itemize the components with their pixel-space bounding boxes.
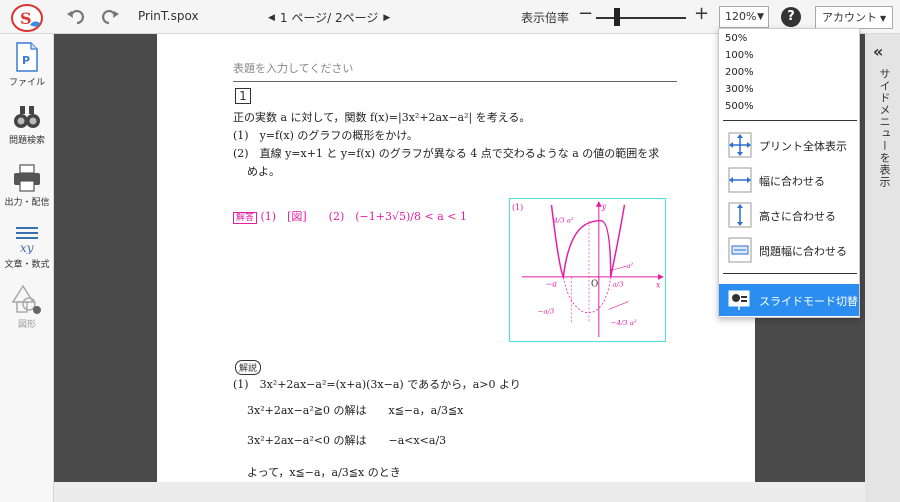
double-chevron-left-icon[interactable]: « — [873, 42, 883, 61]
problem-line: (2) 直線 y=x+1 と y=f(x) のグラフが異なる 4 点で交わるよう… — [233, 147, 660, 160]
side-menu-label[interactable]: サイドメニューを表示 — [876, 68, 892, 188]
account-button[interactable]: アカウント ▼ — [815, 6, 893, 29]
zoom-slider-track[interactable] — [596, 17, 686, 19]
svg-text:xy: xy — [20, 241, 34, 254]
shapes-icon — [11, 284, 41, 314]
sidebar-item-label: 文章・数式 — [4, 260, 50, 270]
document-page[interactable]: 表題を入力してください 1 正の実数 a に対して，関数 f(x)=|3x²+2… — [157, 34, 755, 482]
answer-text: (1) [図] (2) (−1+3√5)/8 < a < 1 — [260, 210, 467, 223]
status-bar — [54, 482, 865, 502]
menu-item-label: 幅に合わせる — [759, 175, 825, 188]
redo-icon[interactable] — [98, 8, 120, 26]
sidebar-item-label: 図形 — [17, 320, 36, 330]
zoom-option-500[interactable]: 500% — [725, 101, 754, 112]
binoculars-icon — [14, 106, 40, 128]
file-name: PrinT.spox — [138, 9, 199, 23]
zoom-option-300[interactable]: 300% — [725, 84, 754, 95]
menu-item-label: 問題幅に合わせる — [759, 245, 847, 258]
account-label: アカウント — [822, 11, 877, 24]
graph-a3-label: a/3 — [613, 281, 624, 289]
problem-line: 正の実数 a に対して，関数 f(x)=|3x²+2ax−a²| を考える。 — [233, 111, 531, 124]
fit-problem-width-item[interactable]: 問題幅に合わせる — [719, 235, 859, 265]
explanation-line: よって，x≦−a，a/3≦x のとき — [247, 466, 401, 479]
fit-page-icon — [728, 132, 752, 158]
sidebar-item-label: 問題検索 — [8, 136, 45, 146]
chevron-down-icon: ▼ — [880, 14, 887, 23]
answer-line: 解答 (1) [図] (2) (−1+3√5)/8 < a < 1 — [233, 208, 467, 224]
explanation-line: (1) 3x²+2ax−a²=(x+a)(3x−a) であるから，a>0 より — [233, 378, 521, 391]
fit-height-icon — [728, 202, 752, 228]
left-sidebar: P ファイル 問題検索 出力・配信 xy 文章・数式 図形 — [0, 34, 54, 502]
graph-panel-label: (1) — [512, 203, 523, 212]
undo-icon[interactable] — [66, 8, 88, 26]
zoom-out-button[interactable]: − — [578, 4, 593, 24]
menu-item-label: スライドモード切替 — [759, 295, 858, 308]
graph-peak-label: 4/3 a² — [552, 217, 573, 225]
fit-height-item[interactable]: 高さに合わせる — [719, 200, 859, 230]
zoom-option-100[interactable]: 100% — [725, 50, 754, 61]
title-placeholder[interactable]: 表題を入力してください — [233, 60, 353, 76]
sidebar-item-output[interactable]: 出力・配信 — [0, 164, 54, 208]
sidebar-item-file[interactable]: P ファイル — [0, 42, 54, 88]
problem-number: 1 — [235, 88, 251, 104]
slide-mode-toggle[interactable]: スライドモード切替 — [719, 284, 859, 316]
answer-tag: 解答 — [233, 212, 258, 224]
sidebar-item-shape[interactable]: 図形 — [0, 284, 54, 330]
fit-problem-width-icon — [728, 237, 752, 263]
zoom-option-50[interactable]: 50% — [725, 33, 747, 44]
zoom-select-value: 120% — [725, 10, 757, 23]
graph-neg-a3-label: −a/3 — [538, 307, 555, 315]
title-rule — [233, 81, 677, 82]
svg-text:S: S — [20, 9, 32, 28]
menu-separator — [723, 120, 857, 121]
menu-separator — [723, 273, 857, 274]
fit-width-item[interactable]: 幅に合わせる — [719, 165, 859, 195]
sidebar-item-label: 出力・配信 — [4, 198, 50, 208]
explanation-line: 3x²+2ax−a²≧0 の解は x≦−a，a/3≦x — [247, 404, 464, 417]
page-indicator: 1 ページ/ 2ページ — [279, 11, 379, 25]
sidebar-item-search[interactable]: 問題検索 — [0, 104, 54, 146]
slide-mode-icon — [728, 290, 750, 310]
fit-whole-print-item[interactable]: プリント全体表示 — [719, 130, 859, 160]
zoom-slider-thumb[interactable] — [614, 8, 620, 26]
graph-neg-peak-label: −4/3 a² — [611, 319, 637, 327]
explanation-line: 3x²+2ax−a²<0 の解は −a<x<a/3 — [247, 434, 447, 447]
problem-line: めよ。 — [247, 165, 280, 178]
zoom-option-200[interactable]: 200% — [725, 67, 754, 78]
app-logo-icon[interactable]: S — [10, 3, 44, 33]
prev-page-icon[interactable]: ◀ — [268, 13, 275, 23]
graph-x-label: x — [656, 281, 661, 290]
explanation-tag: 解説 — [235, 360, 262, 375]
next-page-icon[interactable]: ▶ — [383, 13, 390, 23]
zoom-dropdown-menu: 50% 100% 200% 300% 500% プリント全体表示 幅に合わせる … — [718, 28, 860, 318]
file-icon: P — [16, 42, 38, 72]
menu-item-label: プリント全体表示 — [759, 140, 847, 153]
printer-icon — [14, 164, 40, 192]
graph-neg-a-label: −a — [546, 280, 558, 289]
graph-origin-label: O — [591, 280, 598, 290]
answer-graph: (1) y x O −a a/3 4/3 a² a² −a/3 −4/3 a² — [509, 198, 666, 342]
page-navigator: ◀ 1 ページ/ 2ページ ▶ — [268, 9, 390, 26]
graph-y-label: y — [601, 202, 607, 211]
zoom-label: 表示倍率 — [521, 11, 570, 25]
sidebar-item-text-math[interactable]: xy 文章・数式 — [0, 224, 54, 270]
zoom-in-button[interactable]: + — [694, 4, 709, 24]
side-menu-panel[interactable]: « サイドメニューを表示 — [865, 34, 900, 502]
chevron-down-icon: ▼ — [757, 12, 764, 22]
svg-text:P: P — [22, 54, 30, 67]
fit-width-icon — [728, 167, 752, 193]
sidebar-item-label: ファイル — [8, 78, 45, 88]
zoom-select[interactable]: 120% ▼ — [719, 6, 769, 28]
text-formula-icon: xy — [16, 227, 38, 254]
menu-item-label: 高さに合わせる — [759, 210, 836, 223]
graph-a2-label: a² — [626, 262, 633, 270]
problem-line: (1) y=f(x) のグラフの概形をかけ。 — [233, 129, 418, 142]
help-button[interactable]: ? — [781, 7, 801, 27]
